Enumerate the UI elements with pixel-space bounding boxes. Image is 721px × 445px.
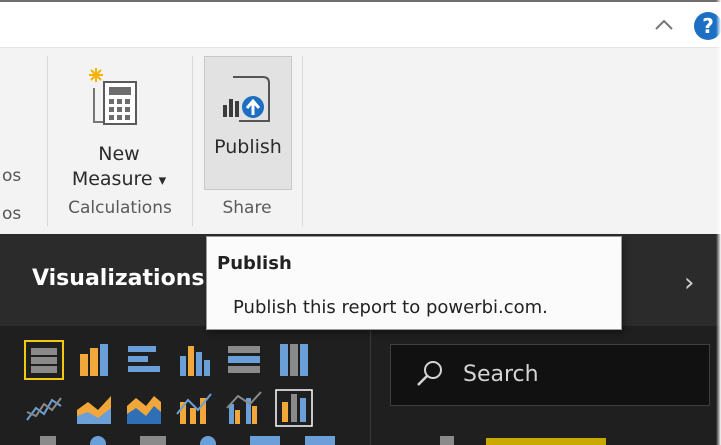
ribbon-separator xyxy=(302,56,303,226)
title-bar: ? xyxy=(0,0,721,48)
tooltip-title: Publish xyxy=(217,253,292,274)
publish-label: Publish xyxy=(214,136,282,158)
ribbon-separator xyxy=(192,56,193,226)
clipped-button-label: os xyxy=(2,166,22,186)
clustered-bar-chart-icon[interactable] xyxy=(124,340,164,380)
search-icon xyxy=(417,361,442,386)
clipped-group-label: os xyxy=(2,204,22,224)
clustered-column-chart-icon[interactable] xyxy=(174,340,214,380)
line-chart-icon[interactable] xyxy=(24,388,64,428)
new-measure-label-line1: New xyxy=(98,143,140,165)
ribbon-home-tab: os os New Measure ▾ Publish Calculations… xyxy=(0,48,721,234)
search-placeholder: Search xyxy=(463,362,539,387)
group-label-calculations: Calculations xyxy=(68,198,172,218)
next-visual-icons-row xyxy=(40,436,606,445)
publish-report-icon xyxy=(223,76,270,122)
chevron-up-icon[interactable] xyxy=(652,14,676,36)
line-and-column-chart-icon[interactable] xyxy=(174,388,214,428)
area-chart-icon[interactable] xyxy=(74,388,114,428)
dropdown-caret-icon: ▾ xyxy=(158,171,167,189)
publish-tooltip: Publish Publish this report to powerbi.c… xyxy=(206,236,622,330)
new-measure-label-line2: Measure ▾ xyxy=(58,167,180,193)
visualizations-title: Visualizations xyxy=(32,266,205,291)
fields-search-box[interactable]: Search xyxy=(390,344,710,406)
tooltip-description: Publish this report to powerbi.com. xyxy=(233,297,548,318)
calculator-icon xyxy=(89,68,137,125)
new-measure-text: Measure xyxy=(71,168,153,190)
100-percent-stacked-column-chart-icon[interactable] xyxy=(274,340,314,380)
ribbon-separator xyxy=(47,56,48,226)
stacked-bar-chart-icon[interactable] xyxy=(24,340,64,380)
publish-button[interactable]: Publish xyxy=(204,56,292,190)
ribbon-chart-icon[interactable] xyxy=(274,388,314,428)
powerbi-desktop-window: ? os os New Measure ▾ Publish Calculatio… xyxy=(0,0,721,445)
100-percent-stacked-bar-chart-icon[interactable] xyxy=(224,340,264,380)
torn-edge xyxy=(716,0,721,445)
stacked-area-chart-icon[interactable] xyxy=(124,388,164,428)
chevron-right-icon[interactable]: › xyxy=(684,268,694,298)
stacked-column-chart-icon[interactable] xyxy=(74,340,114,380)
new-measure-button[interactable]: New Measure ▾ xyxy=(58,54,180,194)
line-and-clustered-column-chart-icon[interactable] xyxy=(224,388,264,428)
group-label-share: Share xyxy=(222,198,272,218)
pane-divider xyxy=(370,330,371,445)
